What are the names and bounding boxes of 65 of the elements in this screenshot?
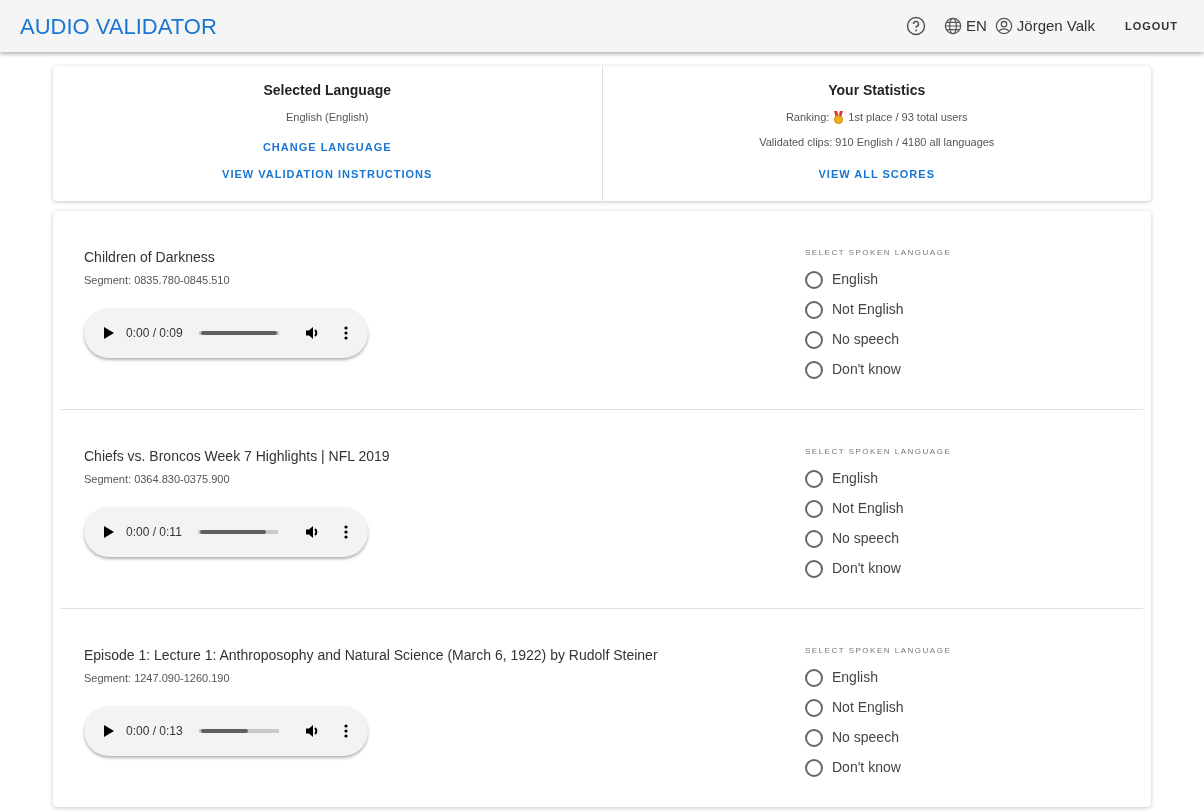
volume-icon[interactable] <box>306 525 320 539</box>
time-text: 0:00 / 0:09 <box>126 325 183 342</box>
ranking-text: 1st place / 93 total users <box>848 110 968 125</box>
audio-player[interactable]: 0:00 / 0:09 <box>84 308 368 358</box>
card-title: Selected Language <box>262 81 393 100</box>
view-scores-link[interactable]: VIEW ALL SCORES <box>818 166 935 183</box>
segment-text: Segment: 0835.780-0845.510 <box>84 272 231 288</box>
radio-icon[interactable] <box>805 698 823 717</box>
user-icon[interactable] <box>994 17 1013 35</box>
clip-title: Children of Darkness <box>84 247 216 267</box>
radio-option[interactable]: Don't know <box>805 553 901 584</box>
card-title: Your Statistics <box>827 81 927 100</box>
clips-stats-text: Validated clips: 910 English / 4180 all languages <box>758 134 996 150</box>
radio-option[interactable]: No speech <box>805 324 899 355</box>
radio-option[interactable]: No speech <box>805 523 899 554</box>
radio-option[interactable]: English <box>805 463 878 494</box>
globe-icon[interactable] <box>944 17 962 35</box>
radio-icon[interactable] <box>805 559 823 578</box>
instructions-link[interactable]: VIEW VALIDATION INSTRUCTIONS <box>222 166 433 183</box>
audio-player[interactable]: 0:00 / 0:11 <box>84 507 368 557</box>
ranking-label: Ranking: <box>785 110 830 125</box>
language-button[interactable]: EN <box>944 14 987 38</box>
radio-group-label: SELECT SPOKEN LANGUAGE <box>805 246 952 259</box>
radio-icon[interactable] <box>805 360 823 379</box>
clip-title: Chiefs vs. Broncos Week 7 Highlights | NFL 2019 <box>84 446 391 466</box>
radio-option[interactable]: English <box>805 662 878 693</box>
radio-option[interactable]: Don't know <box>805 752 901 783</box>
app-title: AUDIO VALIDATOR <box>20 12 217 41</box>
segment-text: Segment: 0364.830-0375.900 <box>84 471 231 487</box>
radio-icon[interactable] <box>805 668 823 687</box>
more-icon[interactable] <box>344 525 348 539</box>
radio-option[interactable]: Not English <box>805 294 904 325</box>
time-text: 0:00 / 0:13 <box>126 723 183 740</box>
more-icon[interactable] <box>344 326 348 340</box>
radio-option[interactable]: Not English <box>805 493 904 524</box>
radio-icon[interactable] <box>805 499 823 518</box>
help-icon[interactable] <box>906 16 926 36</box>
radio-icon[interactable] <box>805 728 823 747</box>
radio-option[interactable]: No speech <box>805 722 899 753</box>
radio-icon[interactable] <box>805 529 823 548</box>
language-text: English (English) <box>284 110 370 125</box>
radio-icon[interactable] <box>805 469 823 488</box>
audio-player[interactable]: 0:00 / 0:13 <box>84 706 368 756</box>
change-language-link[interactable]: CHANGE LANGUAGE <box>262 138 392 155</box>
play-icon[interactable] <box>104 327 114 339</box>
play-icon[interactable] <box>104 725 114 737</box>
more-icon[interactable] <box>344 724 348 738</box>
user-button[interactable]: Jörgen Valk <box>994 14 1095 38</box>
volume-icon[interactable] <box>306 724 320 738</box>
volume-icon[interactable] <box>306 326 320 340</box>
time-text: 0:00 / 0:11 <box>126 524 182 541</box>
radio-icon[interactable] <box>805 758 823 777</box>
radio-group-label: SELECT SPOKEN LANGUAGE <box>805 644 952 657</box>
radio-icon[interactable] <box>805 330 823 349</box>
radio-option[interactable]: Not English <box>805 692 904 723</box>
radio-option[interactable]: Don't know <box>805 354 901 385</box>
radio-option[interactable]: English <box>805 264 878 295</box>
radio-icon[interactable] <box>805 270 823 289</box>
logout-button[interactable]: LOGOUT <box>1118 16 1184 36</box>
play-icon[interactable] <box>104 526 114 538</box>
segment-text: Segment: 1247.090-1260.190 <box>84 670 231 686</box>
radio-group-label: SELECT SPOKEN LANGUAGE <box>805 445 952 458</box>
clip-title: Episode 1: Lecture 1: Anthroposophy and Natural Science (March 6, 1922) by Rudolf Steiner <box>84 645 659 665</box>
medal-icon <box>833 110 845 124</box>
radio-icon[interactable] <box>805 300 823 319</box>
